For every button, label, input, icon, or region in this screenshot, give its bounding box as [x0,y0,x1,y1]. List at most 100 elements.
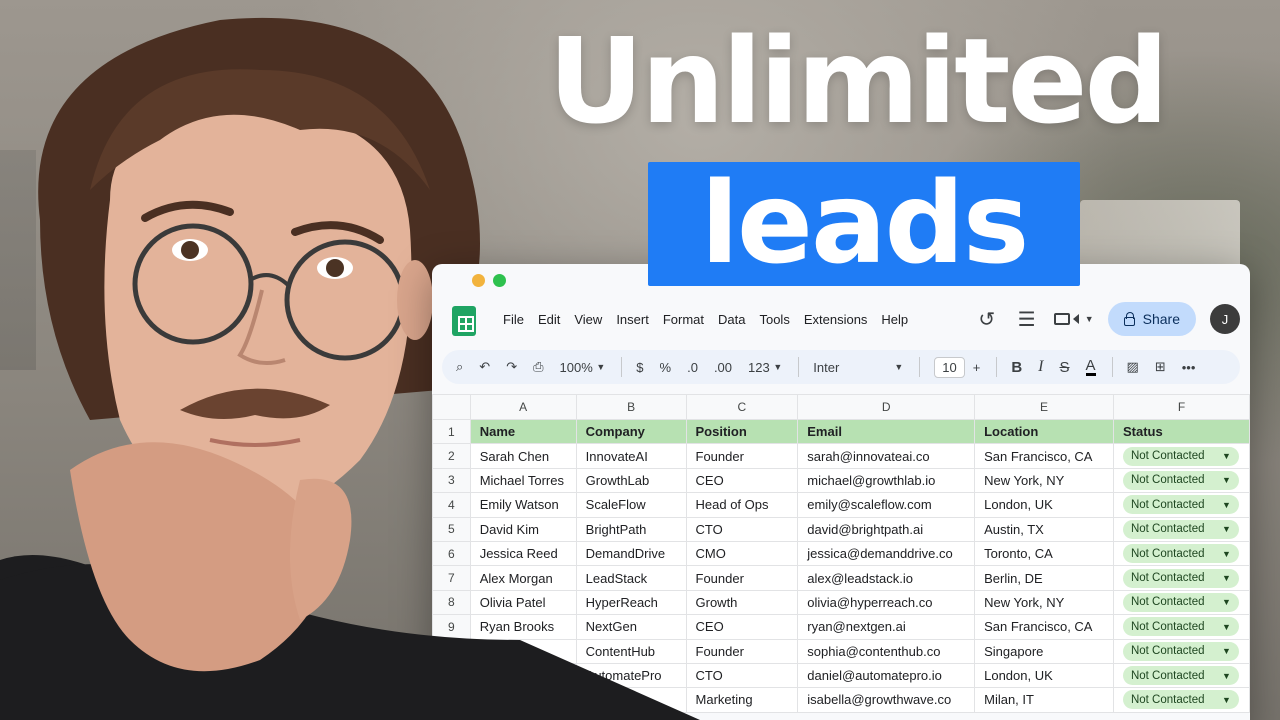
cell-position[interactable]: Growth [685,589,799,616]
menu-view[interactable]: View [567,312,609,327]
cell-position[interactable]: Founder [685,565,799,591]
cell-company[interactable]: DemandDrive [575,540,687,567]
row-number[interactable]: 10 [432,638,471,664]
number-format-select[interactable]: 123 ▼ [748,360,782,375]
cell-email[interactable]: sarah@innovateai.co [797,443,976,469]
cell-company[interactable]: ScaleFlow [575,492,687,518]
text-color-button[interactable]: A [1085,358,1096,376]
header-cell-location[interactable]: Location [974,418,1114,445]
cell-name[interactable]: Sarah Chen [469,443,577,469]
cell-location[interactable]: San Francisco, CA [974,614,1114,640]
font-select[interactable]: Inter ▼ [813,360,903,375]
row-number[interactable]: 8 [432,589,471,616]
status-dropdown[interactable]: Not Contacted ▼ [1122,495,1239,515]
increase-font-size-icon[interactable]: + [973,360,981,375]
fill-color-icon[interactable]: ▨ [1127,359,1139,375]
search-menus-icon[interactable]: ⌕ [456,359,463,375]
menu-insert[interactable]: Insert [609,312,656,327]
status-dropdown[interactable]: Not Contacted ▼ [1122,544,1239,564]
comments-icon[interactable]: ☰ [1014,307,1040,331]
cell-position[interactable]: Marketing [685,687,799,713]
header-cell-company[interactable]: Company [575,418,687,445]
cell-name[interactable]: David Kim [469,516,577,542]
row-number[interactable]: 7 [432,565,471,591]
cell-position[interactable]: CTO [685,516,799,542]
cell-status[interactable]: Not Contacted ▼ [1112,565,1250,591]
cell-location[interactable]: Toronto, CA [974,540,1114,567]
cell-position[interactable]: CTO [685,662,799,689]
cell-status[interactable]: Not Contacted ▼ [1112,467,1250,494]
status-dropdown[interactable]: Not Contacted ▼ [1122,641,1239,661]
cell-email[interactable]: alex@leadstack.io [797,565,976,591]
cell-status[interactable]: Not Contacted ▼ [1112,540,1250,567]
avatar[interactable]: J [1210,304,1240,334]
header-cell-status[interactable]: Status [1112,418,1250,445]
cell-name[interactable] [469,687,577,713]
minimize-dot-icon[interactable] [472,274,485,287]
cell-name[interactable]: Emily Watson [469,492,577,518]
cell-email[interactable]: sophia@contenthub.co [797,638,976,664]
meet-icon[interactable]: ▼ [1053,313,1094,325]
header-cell-position[interactable]: Position [685,418,799,445]
cell-location[interactable]: London, UK [974,492,1114,518]
strikethrough-button[interactable]: S [1060,359,1070,376]
currency-format-button[interactable]: $ [636,360,643,375]
cell-status[interactable]: Not Contacted ▼ [1112,614,1250,640]
cell-position[interactable]: Founder [685,638,799,664]
cell-name[interactable]: Olivia Patel [469,589,577,616]
column-header-c[interactable]: C [685,394,799,420]
cell-email[interactable]: david@brightpath.ai [797,516,976,542]
cell-status[interactable]: Not Contacted ▼ [1112,443,1250,469]
status-dropdown[interactable]: Not Contacted ▼ [1122,470,1239,490]
cell-email[interactable]: isabella@growthwave.co [797,687,976,713]
share-button[interactable]: Share [1107,302,1196,336]
select-all-corner[interactable] [432,394,471,420]
cell-company[interactable]: LeadStack [575,565,687,591]
cell-company[interactable]: InnovateAI [575,443,687,469]
increase-decimals-button[interactable]: .00 [714,360,732,375]
status-dropdown[interactable]: Not Contacted ▼ [1122,519,1239,539]
cell-company[interactable] [575,687,687,713]
menu-data[interactable]: Data [711,312,752,327]
cell-email[interactable]: jessica@demanddrive.co [797,540,976,567]
cell-name[interactable]: Ryan Brooks [469,614,577,640]
cell-company[interactable]: BrightPath [575,516,687,542]
cell-name[interactable]: Jessica Reed [469,540,577,567]
status-dropdown[interactable]: Not Contacted ▼ [1122,568,1239,588]
cell-company[interactable]: ContentHub [575,638,687,664]
undo-icon[interactable]: ↶ [479,359,490,375]
cell-status[interactable]: Not Contacted ▼ [1112,516,1250,542]
row-number[interactable]: 4 [432,492,471,518]
bold-button[interactable]: B [1011,359,1022,376]
version-history-icon[interactable]: ↺ [974,307,1000,331]
redo-icon[interactable]: ↷ [506,359,517,375]
cell-location[interactable]: Austin, TX [974,516,1114,542]
cell-position[interactable]: CEO [685,467,799,494]
column-header-d[interactable]: D [797,394,976,420]
cell-position[interactable]: Founder [685,443,799,469]
cell-email[interactable]: michael@growthlab.io [797,467,976,494]
cell-status[interactable]: Not Contacted ▼ [1112,662,1250,689]
row-number[interactable] [432,687,471,713]
status-dropdown[interactable]: Not Contacted ▼ [1122,592,1239,612]
more-options-button[interactable]: ••• [1182,360,1196,375]
status-dropdown[interactable]: Not Contacted ▼ [1122,666,1239,686]
row-number[interactable]: 3 [432,467,471,494]
cell-email[interactable]: daniel@automatepro.io [797,662,976,689]
menu-help[interactable]: Help [874,312,915,327]
font-size-input[interactable]: 10 [934,356,965,378]
header-cell-name[interactable]: Name [469,418,577,445]
cell-position[interactable]: CEO [685,614,799,640]
cell-email[interactable]: emily@scaleflow.com [797,492,976,518]
cell-location[interactable]: Milan, IT [974,687,1114,713]
menu-edit[interactable]: Edit [531,312,567,327]
cell-name[interactable]: Alex Morgan [469,565,577,591]
cell-location[interactable]: Singapore [974,638,1114,664]
cell-position[interactable]: Head of Ops [685,492,799,518]
header-cell-email[interactable]: Email [797,418,976,445]
cell-location[interactable]: New York, NY [974,589,1114,616]
status-dropdown[interactable]: Not Contacted ▼ [1122,690,1239,710]
cell-location[interactable]: London, UK [974,662,1114,689]
cell-status[interactable]: Not Contacted ▼ [1112,589,1250,616]
cell-name[interactable] [469,638,577,664]
